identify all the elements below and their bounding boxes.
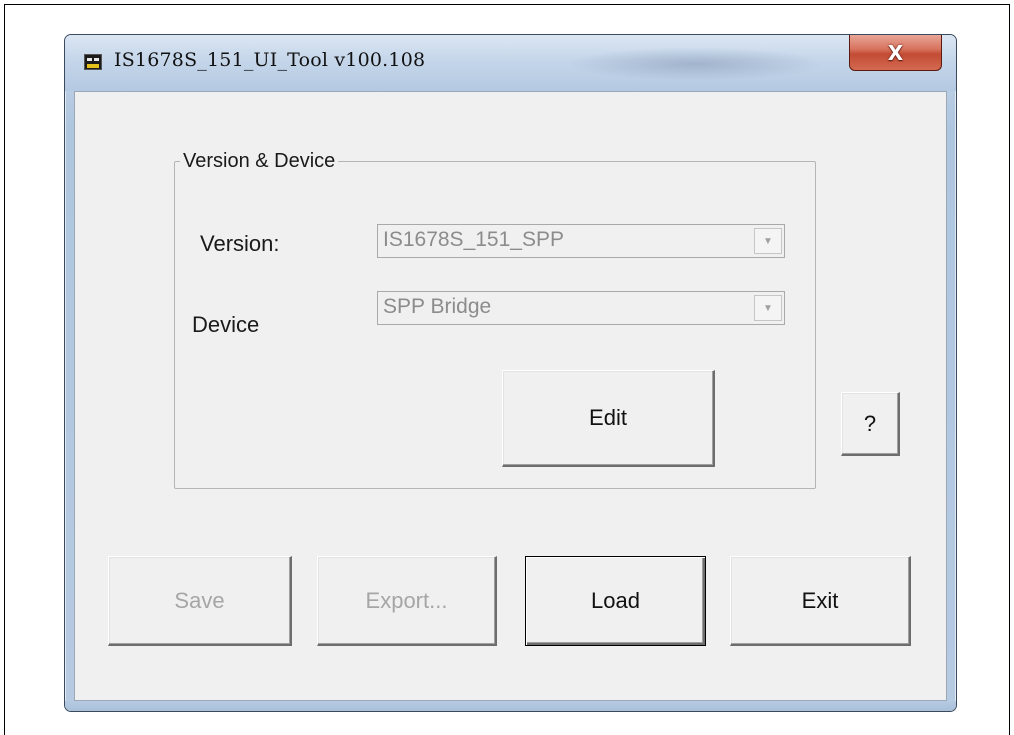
version-device-group	[174, 161, 816, 489]
load-button[interactable]: Load	[525, 556, 706, 646]
help-button[interactable]: ?	[841, 392, 900, 456]
edit-button[interactable]: Edit	[502, 370, 715, 467]
exit-button[interactable]: Exit	[730, 556, 911, 646]
title-bar-glow	[565, 47, 825, 81]
close-button[interactable]: X	[849, 35, 942, 71]
app-window: IS1678S_151_UI_Tool v100.108 X Version &…	[64, 34, 957, 712]
version-label: Version:	[200, 231, 280, 256]
device-select[interactable]: SPP Bridge ▼	[377, 291, 785, 325]
version-select-value: IS1678S_151_SPP	[383, 228, 564, 251]
window-bottom-border	[65, 701, 956, 711]
device-label: Device	[192, 312, 260, 337]
version-dropdown-button[interactable]: ▼	[754, 228, 782, 254]
device-select-value: SPP Bridge	[383, 295, 492, 318]
client-area: Version & Device Version: IS1678S_151_SP…	[74, 91, 947, 701]
export-button[interactable]: Export...	[317, 556, 497, 646]
title-bar[interactable]: IS1678S_151_UI_Tool v100.108 X	[65, 35, 956, 91]
group-title: Version & Device	[180, 150, 339, 173]
save-button[interactable]: Save	[108, 556, 292, 646]
device-dropdown-button[interactable]: ▼	[754, 295, 782, 321]
chevron-down-icon: ▼	[763, 302, 773, 314]
app-icon[interactable]	[84, 54, 102, 70]
close-icon: X	[887, 40, 904, 65]
window-title: IS1678S_151_UI_Tool v100.108	[114, 49, 426, 71]
version-select[interactable]: IS1678S_151_SPP ▼	[377, 224, 785, 258]
chevron-down-icon: ▼	[763, 235, 773, 247]
